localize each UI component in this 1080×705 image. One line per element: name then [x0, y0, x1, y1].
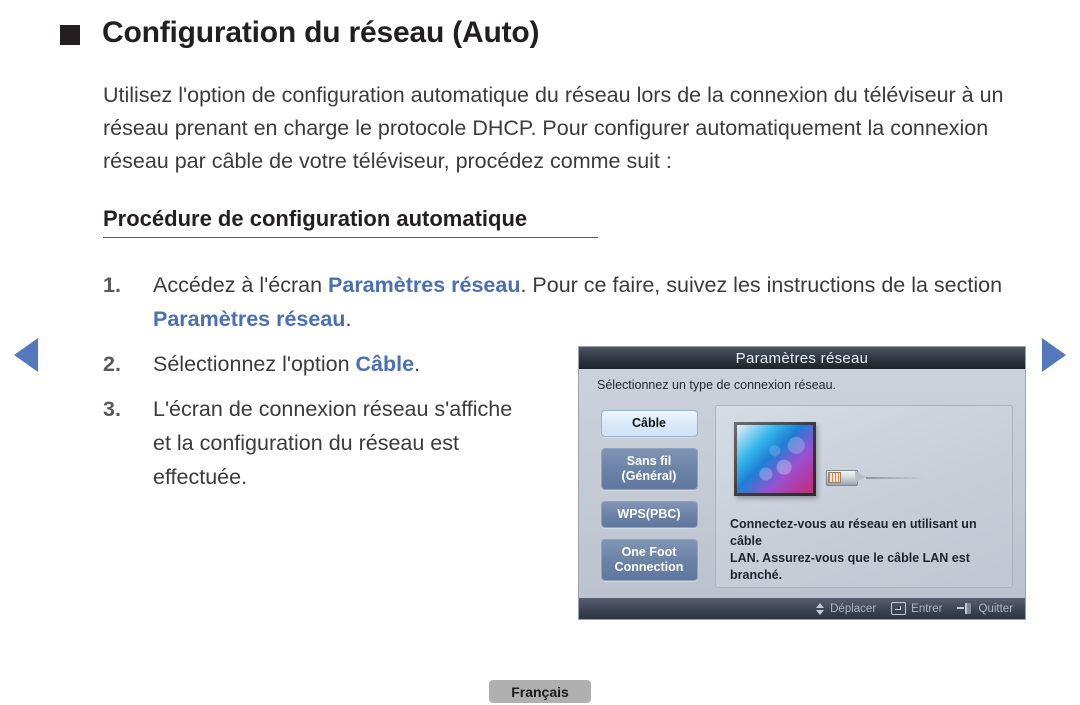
subheading-divider	[103, 237, 598, 238]
step-number: 1.	[103, 273, 121, 297]
osd-option-line2: Connection	[614, 560, 684, 574]
osd-title: Paramètres réseau	[735, 349, 869, 367]
triangle-left-icon[interactable]	[14, 338, 38, 372]
osd-option-cable[interactable]: Câble	[600, 410, 698, 437]
subheading: Procédure de configuration automatique	[103, 206, 528, 231]
footer-hint-label: Entrer	[911, 602, 943, 615]
highlight-parametres-reseau: Paramètres réseau	[153, 307, 346, 331]
plug-contacts-icon	[828, 472, 841, 483]
up-down-arrow-icon	[816, 602, 825, 615]
triangle-right-icon[interactable]	[1042, 338, 1066, 372]
lan-connector-icon	[826, 468, 924, 486]
step-number: 3.	[103, 397, 121, 421]
tv-osd-panel: Paramètres réseau Sélectionnez un type d…	[578, 346, 1026, 620]
step-text-part: . Pour ce faire, suivez les instructions…	[520, 273, 1003, 297]
osd-option-sans-fil[interactable]: Sans fil (Général)	[600, 448, 698, 490]
osd-footer: Déplacer Entrer Quitter	[579, 598, 1025, 619]
footer-hint-exit[interactable]: Quitter	[957, 602, 1013, 615]
osd-option-line2: (Général)	[621, 469, 677, 483]
step-text-part: .	[414, 352, 421, 376]
osd-detail-text: Connectez-vous au réseau en utilisant un…	[730, 516, 1004, 584]
page-title: Configuration du réseau (Auto)	[102, 16, 540, 49]
osd-body: Câble Sans fil (Général) WPS(PBC) One Fo…	[579, 398, 1025, 598]
highlight-cable: Câble	[355, 352, 415, 376]
highlight-parametres-reseau: Paramètres réseau	[328, 273, 521, 297]
list-item: 3. L'écran de connexion réseau s'affiche…	[103, 392, 533, 494]
osd-detail-line1: Connectez-vous au réseau en utilisant un…	[730, 517, 977, 548]
step-text: Accédez à l'écran Paramètres réseau. Pou…	[153, 268, 1023, 336]
footer-hint-enter[interactable]: Entrer	[891, 602, 942, 615]
osd-option-one-foot-connection[interactable]: One Foot Connection	[600, 539, 698, 581]
osd-titlebar: Paramètres réseau	[579, 347, 1025, 369]
intro-paragraph: Utilisez l'option de configuration autom…	[103, 82, 1004, 173]
footer-hint-label: Quitter	[978, 602, 1013, 615]
plug-tip-icon	[855, 471, 866, 483]
osd-subtitle: Sélectionnez un type de connexion réseau…	[597, 378, 837, 392]
page-title-row: Configuration du réseau (Auto)	[60, 16, 540, 50]
osd-option-wps-pbc[interactable]: WPS(PBC)	[600, 501, 698, 528]
enter-key-icon	[891, 602, 907, 615]
list-item: 1. Accédez à l'écran Paramètres réseau. …	[103, 268, 1023, 336]
step-text-part: Sélectionnez l'option	[153, 352, 356, 376]
square-bullet-icon	[60, 25, 80, 45]
footer-hint-move[interactable]: Déplacer	[816, 602, 877, 615]
osd-option-line1: Sans fil	[626, 454, 672, 468]
exit-key-icon	[957, 602, 973, 615]
osd-menu: Câble Sans fil (Général) WPS(PBC) One Fo…	[589, 398, 709, 598]
plug-wire-icon	[866, 477, 924, 479]
tv-screen-icon	[737, 425, 813, 493]
step-number: 2.	[103, 352, 121, 376]
subheading-block: Procédure de configuration automatique	[103, 206, 598, 238]
osd-detail-panel: Connectez-vous au réseau en utilisant un…	[715, 405, 1013, 588]
tv-frame-icon	[734, 422, 816, 496]
tv-with-lan-cable-icon	[734, 422, 924, 506]
step-text: L'écran de connexion réseau s'affiche et…	[153, 397, 513, 489]
footer-hint-label: Déplacer	[830, 602, 877, 615]
step-text-part: .	[345, 307, 352, 331]
step-text-part: Accédez à l'écran	[153, 273, 329, 297]
osd-detail-line2: LAN. Assurez-vous que le câble LAN est b…	[730, 551, 970, 582]
osd-option-line1: One Foot	[621, 545, 677, 559]
language-badge: Français	[489, 680, 591, 703]
